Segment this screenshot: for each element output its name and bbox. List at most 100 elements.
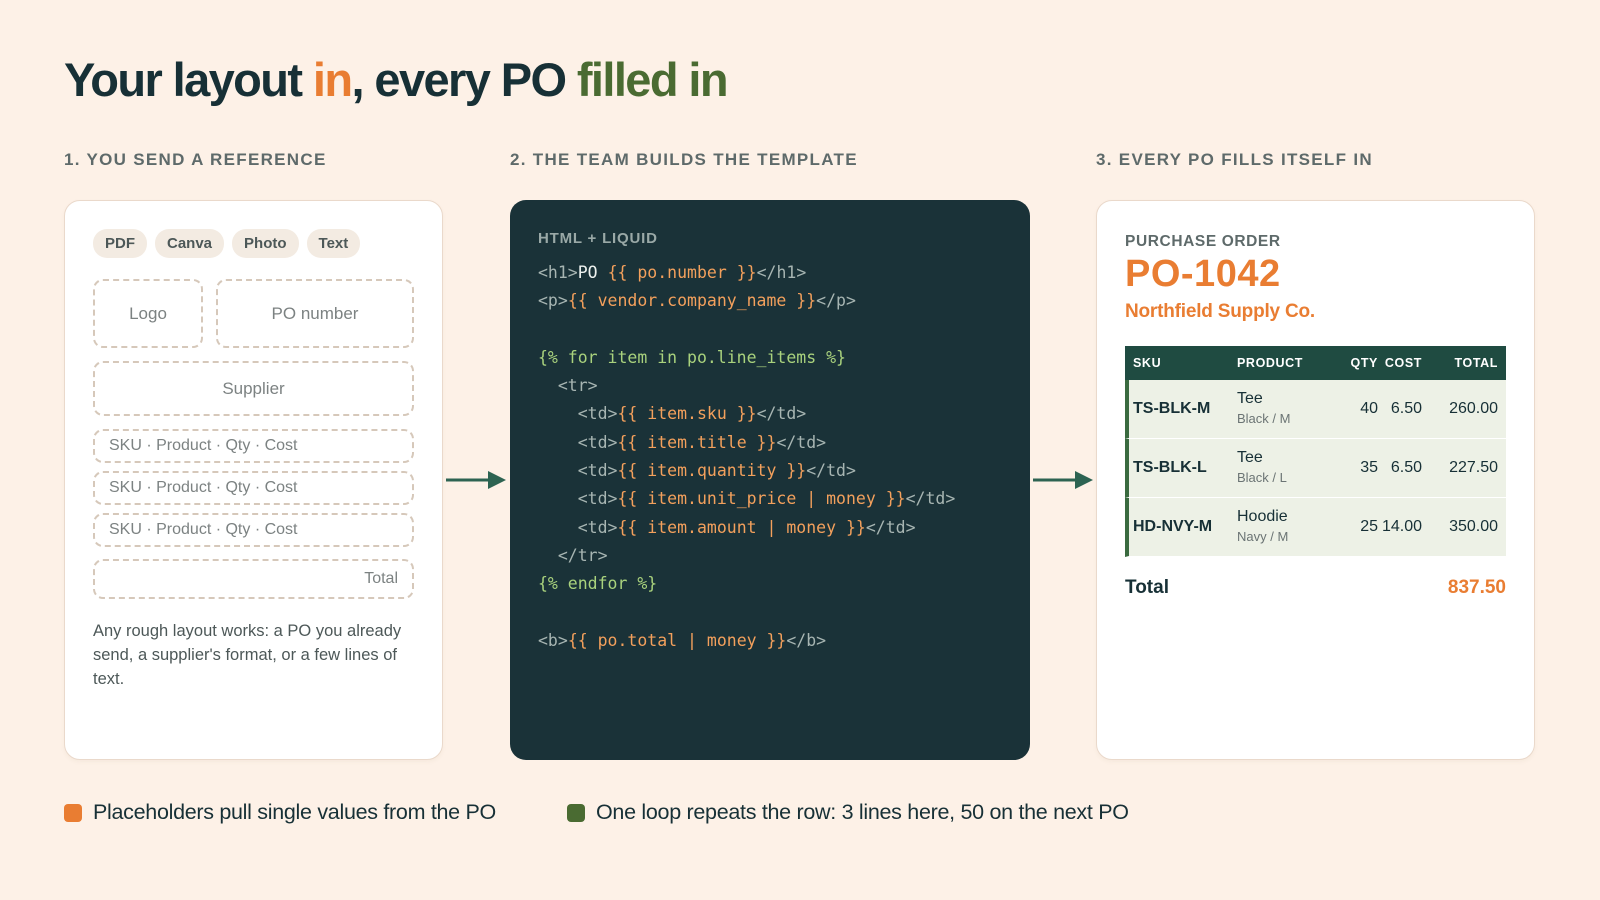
- code-line: <td>{{ item.amount | money }}</td>: [538, 514, 955, 542]
- row-sku: TS-BLK-M: [1133, 400, 1211, 417]
- format-chips: PDF Canva Photo Text: [93, 229, 361, 258]
- code-token: </h1>: [756, 263, 807, 282]
- row-product: Tee: [1237, 390, 1263, 407]
- legend-placeholders: Placeholders pull single values from the…: [64, 800, 496, 825]
- table-row: HD-NVY-M Hoodie Navy / M 25 14.00 350.00: [1125, 498, 1506, 557]
- code-token: <td>: [538, 517, 618, 537]
- code-line: <b>{{ po.total | money }}</b>: [538, 627, 955, 655]
- page-title: Your layout in, every PO filled in: [64, 52, 729, 107]
- header-product: PRODUCT: [1237, 356, 1304, 370]
- line-row-placeholder: SKU · Product · Qty · Cost: [93, 513, 414, 547]
- code-token: <b>: [538, 630, 568, 650]
- orange-swatch: [64, 803, 82, 822]
- line-row-placeholder: SKU · Product · Qty · Cost: [93, 471, 414, 505]
- row-qty: 35: [1360, 459, 1378, 476]
- table-row: TS-BLK-L Tee Black / L 35 6.50 227.50: [1125, 439, 1506, 498]
- legend-text: Placeholders pull single values from the…: [93, 800, 496, 824]
- code-token: </td>: [806, 461, 856, 481]
- code-line: </tr>: [538, 542, 955, 570]
- po-table-header: SKU PRODUCT QTY COST TOTAL: [1125, 346, 1506, 380]
- po-total-value: 837.50: [1447, 577, 1506, 598]
- row-product: Hoodie: [1237, 508, 1288, 525]
- po-number-placeholder: PO number: [216, 279, 414, 348]
- chip-pdf: PDF: [93, 229, 147, 258]
- reference-panel: PDF Canva Photo Text Logo PO number Supp…: [64, 200, 443, 760]
- arrow-right-icon: [1033, 471, 1093, 489]
- reference-description: Any rough layout works: a PO you already…: [93, 622, 402, 688]
- title-text: Your layout: [64, 53, 313, 106]
- code-token: {% endfor %}: [538, 574, 658, 594]
- row-cost: 14.00: [1381, 518, 1422, 535]
- po-kicker: PURCHASE ORDER: [1125, 233, 1281, 250]
- supplier-placeholder: Supplier: [93, 361, 414, 416]
- title-accent-filled-in: filled in: [576, 53, 729, 106]
- row-product: Tee: [1237, 449, 1263, 466]
- code-line: {% for item in po.line_items %}: [538, 344, 955, 372]
- row-sku: TS-BLK-L: [1133, 459, 1207, 476]
- code-token: </td>: [756, 404, 807, 424]
- code-line: <tr>: [538, 372, 955, 400]
- code-token: <h1>: [538, 263, 578, 282]
- code-token: {% for item in po.line_items %}: [538, 347, 846, 367]
- code-token: </td>: [776, 432, 827, 452]
- code-token: {{ item.title }}: [617, 432, 777, 452]
- code-title: HTML + LIQUID: [538, 230, 658, 247]
- code-token: <td>: [538, 404, 618, 424]
- legend-loop: One loop repeats the row: 3 lines here, …: [567, 800, 1129, 825]
- row-total: 350.00: [1449, 518, 1498, 535]
- code-token: <td>: [538, 489, 618, 509]
- line-row-placeholder: SKU · Product · Qty · Cost: [93, 429, 414, 463]
- step-3-label: 3. EVERY PO FILLS ITSELF IN: [1096, 150, 1373, 169]
- chip-photo: Photo: [232, 229, 299, 258]
- step-1-label: 1. YOU SEND A REFERENCE: [64, 150, 327, 169]
- step-2-label: 2. THE TEAM BUILDS THE TEMPLATE: [510, 150, 858, 169]
- code-token: {{ vendor.company_name }}: [567, 291, 817, 311]
- po-total-label: Total: [1125, 577, 1169, 598]
- row-qty: 25: [1360, 518, 1378, 535]
- row-total: 260.00: [1449, 400, 1498, 417]
- title-accent-in: in: [312, 53, 353, 106]
- code-line: <td>{{ item.unit_price | money }}</td>: [538, 485, 956, 513]
- code-token: {{ item.sku }}: [617, 404, 757, 424]
- code-line: <p>{{ vendor.company_name }}</p>: [538, 287, 955, 315]
- code-line: {% endfor %}: [538, 570, 955, 598]
- row-cost: 6.50: [1390, 459, 1422, 476]
- row-variant: Navy / M: [1237, 529, 1289, 544]
- code-token: PO: [577, 263, 608, 282]
- code-token: {{ item.unit_price | money }}: [617, 489, 906, 509]
- code-token: <td>: [538, 432, 618, 452]
- code-token: </tr>: [538, 545, 608, 565]
- title-text: , every PO: [351, 53, 577, 106]
- code-line: <td>{{ item.title }}</td>: [538, 429, 955, 457]
- logo-placeholder: Logo: [93, 279, 203, 348]
- table-row: TS-BLK-M Tee Black / M 40 6.50 260.00: [1125, 380, 1506, 439]
- arrow-right-icon: [446, 471, 506, 489]
- row-variant: Black / L: [1237, 470, 1287, 485]
- code-token: <tr>: [538, 376, 598, 396]
- header-sku: SKU: [1133, 356, 1162, 370]
- row-sku: HD-NVY-M: [1133, 518, 1213, 535]
- code-token: </td>: [865, 517, 916, 537]
- purchase-order-panel: PURCHASE ORDER PO-1042 Northfield Supply…: [1096, 200, 1535, 760]
- code-token: {{ item.quantity }}: [617, 461, 807, 481]
- row-qty: 40: [1360, 400, 1378, 417]
- row-variant: Black / M: [1237, 411, 1291, 426]
- code-token: </b>: [786, 630, 827, 650]
- row-total: 227.50: [1449, 459, 1498, 476]
- legend-text: One loop repeats the row: 3 lines here, …: [596, 800, 1129, 824]
- po-vendor: Northfield Supply Co.: [1125, 301, 1316, 322]
- code-line: <td>{{ item.quantity }}</td>: [538, 457, 955, 485]
- code-line: <td>{{ item.sku }}</td>: [538, 400, 955, 428]
- code-token: <td>: [538, 461, 618, 481]
- code-token: {{ po.total | money }}: [567, 630, 787, 650]
- total-placeholder: Total: [93, 559, 414, 599]
- green-swatch: [567, 803, 585, 822]
- code-token: <p>: [538, 291, 568, 311]
- row-cost: 6.50: [1390, 400, 1422, 417]
- code-line: <h1>PO {{ po.number }}</h1>: [538, 259, 955, 287]
- code-token: {{ item.amount | money }}: [617, 517, 866, 537]
- chip-text: Text: [306, 229, 361, 258]
- code-token: </p>: [816, 291, 856, 311]
